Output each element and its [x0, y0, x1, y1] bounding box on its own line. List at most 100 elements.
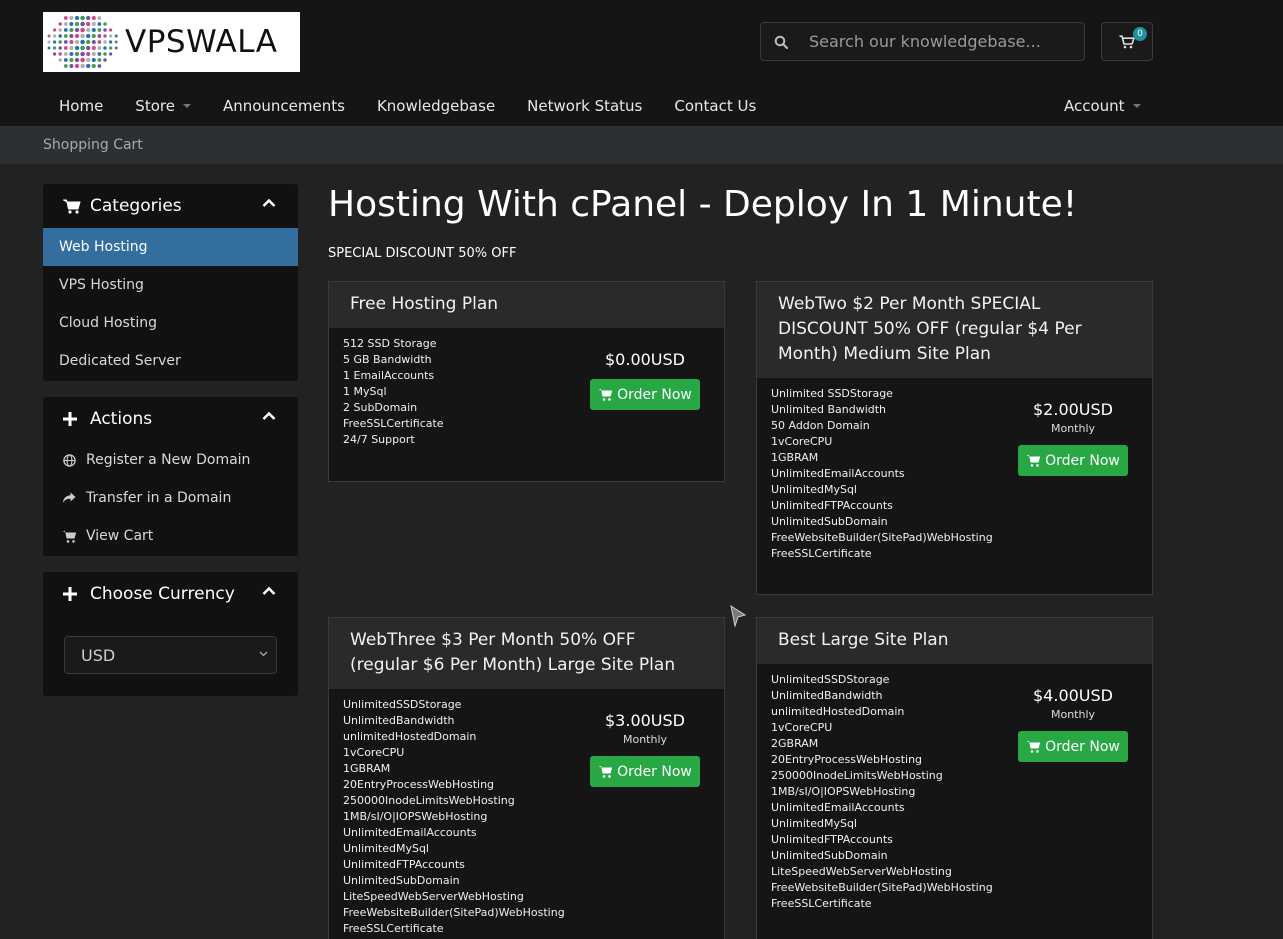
page-title: Hosting With cPanel - Deploy In 1 Minute… [328, 184, 1078, 225]
categories-panel: Categories Web Hosting VPS Hosting Cloud… [43, 184, 298, 381]
chevron-down-icon [259, 651, 268, 657]
nav-network-status[interactable]: Network Status [511, 97, 658, 115]
order-now-label: Order Now [617, 763, 692, 780]
account-menu[interactable]: Account [1048, 97, 1157, 115]
product-price: $2.00USD [1033, 400, 1113, 419]
feature-item: UnlimitedSubDomain [771, 515, 888, 528]
feature-item: UnlimitedFTPAccounts [771, 499, 893, 512]
feature-item: UnlimitedEmailAccounts [771, 801, 905, 814]
nav-store-label: Store [135, 97, 175, 115]
action-label: View Cart [86, 528, 154, 544]
product-price: $3.00USD [605, 711, 685, 730]
globe-icon [61, 453, 77, 467]
category-dedicated-server[interactable]: Dedicated Server [43, 342, 298, 380]
chevron-up-icon[interactable] [262, 198, 276, 208]
feature-item: UnlimitedMySql [771, 483, 857, 496]
order-now-button[interactable]: Order Now [1018, 731, 1128, 762]
share-icon [61, 492, 77, 504]
order-now-button[interactable]: Order Now [590, 379, 700, 410]
nav-network-status-label: Network Status [527, 97, 643, 115]
product-name: Free Hosting Plan [329, 282, 724, 328]
product-card-best-large-site: Best Large Site Plan UnlimitedSSDStorage… [756, 617, 1153, 939]
category-vps-hosting[interactable]: VPS Hosting [43, 266, 298, 304]
product-card-webtwo: WebTwo $2 Per Month SPECIAL DISCOUNT 50%… [756, 281, 1153, 595]
feature-item: UnlimitedSubDomain [343, 874, 460, 887]
nav-store[interactable]: Store [119, 97, 207, 115]
cart-icon [61, 530, 77, 543]
nav-knowledgebase-label: Knowledgebase [376, 97, 496, 115]
account-label: Account [1064, 97, 1125, 115]
chevron-up-icon[interactable] [262, 586, 276, 596]
breadcrumb-bar: Shopping Cart [0, 126, 1283, 164]
nav-home[interactable]: Home [43, 97, 119, 115]
pricing: $2.00USD Monthly Order Now [993, 400, 1152, 476]
category-label: VPS Hosting [59, 277, 144, 293]
register-domain-link[interactable]: Register a New Domain [43, 441, 298, 479]
product-card-webthree: WebThree $3 Per Month 50% OFF (regular $… [328, 617, 725, 939]
category-label: Web Hosting [59, 239, 148, 255]
cart-button[interactable]: 0 [1101, 22, 1153, 61]
cart-icon [1026, 455, 1041, 467]
currency-selected-value: USD [81, 645, 116, 665]
currency-panel: Choose Currency USD [43, 572, 298, 696]
order-now-button[interactable]: Order Now [590, 756, 700, 787]
feature-item: 1MB/sI/O|IOPSWebHosting [771, 785, 916, 798]
actions-panel: Actions Register a New Domain Transfer i… [43, 397, 298, 556]
currency-title: Choose Currency [90, 584, 235, 604]
vpswala-logo[interactable]: VPSWALA [43, 12, 300, 72]
view-cart-link[interactable]: View Cart [43, 517, 298, 555]
feature-item: FreeWebsiteBuilder(SitePad)WebHosting [343, 906, 565, 919]
feature-item: FreeWebsiteBuilder(SitePad)WebHosting [771, 531, 993, 544]
main-nav: Home Store Announcements Knowledgebase N… [43, 90, 772, 122]
logo-sphere-icon [47, 15, 118, 69]
cart-icon [598, 389, 613, 401]
order-now-button[interactable]: Order Now [1018, 445, 1128, 476]
plus-icon [63, 587, 83, 601]
nav-announcements-label: Announcements [222, 97, 345, 115]
product-name: WebThree $3 Per Month 50% OFF (regular $… [329, 618, 724, 689]
feature-item: UnlimitedMySql [343, 842, 429, 855]
product-price: $0.00USD [605, 350, 685, 369]
top-header: VPSWALA 0 Home Store Announcements Knowl… [0, 0, 1283, 126]
feature-item: 24/7 Support [343, 433, 415, 446]
transfer-domain-link[interactable]: Transfer in a Domain [43, 479, 298, 517]
category-label: Cloud Hosting [59, 315, 157, 331]
nav-account[interactable]: Account [1048, 90, 1157, 122]
currency-select[interactable]: USD [64, 636, 277, 674]
product-body: UnlimitedSSDStorage UnlimitedBandwidth unl… [329, 689, 724, 939]
nav-contact-us-label: Contact Us [674, 97, 757, 115]
billing-cycle: Monthly [622, 733, 668, 746]
feature-item: LiteSpeedWebServerWebHosting [343, 890, 524, 903]
actions-header[interactable]: Actions [43, 397, 298, 441]
feature-item: FreeWebsiteBuilder(SitePad)WebHosting [771, 881, 993, 894]
search-input[interactable] [809, 32, 1079, 51]
cart-icon [1026, 741, 1041, 753]
currency-wrap: USD [43, 616, 298, 694]
nav-home-label: Home [59, 97, 104, 115]
categories-header[interactable]: Categories [43, 184, 298, 228]
feature-item: UnlimitedFTPAccounts [771, 833, 893, 846]
feature-item: FreeSSLCertificate [771, 897, 872, 910]
billing-cycle: Monthly [1050, 422, 1096, 435]
knowledgebase-search[interactable] [760, 22, 1085, 61]
chat-bubble-icon[interactable] [729, 605, 747, 627]
actions-title: Actions [90, 409, 153, 429]
category-web-hosting[interactable]: Web Hosting [43, 228, 298, 266]
currency-header[interactable]: Choose Currency [43, 572, 298, 616]
cart-count-badge: 0 [1133, 27, 1147, 41]
category-cloud-hosting[interactable]: Cloud Hosting [43, 304, 298, 342]
order-now-label: Order Now [1045, 738, 1120, 755]
search-icon [761, 35, 801, 49]
pricing: $0.00USD Order Now [565, 350, 724, 410]
chevron-up-icon[interactable] [262, 411, 276, 421]
nav-knowledgebase[interactable]: Knowledgebase [361, 97, 511, 115]
product-body: 512 SSD Storage 5 GB Bandwidth 1 EmailAcco… [329, 328, 724, 456]
feature-item: FreeSSLCertificate [771, 547, 872, 560]
nav-contact-us[interactable]: Contact Us [658, 97, 772, 115]
action-label: Transfer in a Domain [86, 490, 232, 506]
product-name: WebTwo $2 Per Month SPECIAL DISCOUNT 50%… [757, 282, 1152, 378]
nav-announcements[interactable]: Announcements [207, 97, 361, 115]
plus-icon [63, 412, 83, 426]
feature-item: 250000InodeLimitsWebHosting [771, 769, 943, 782]
caret-down-icon [182, 104, 191, 108]
